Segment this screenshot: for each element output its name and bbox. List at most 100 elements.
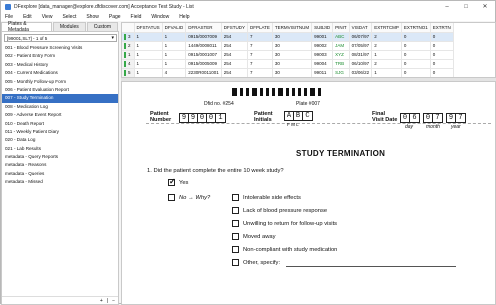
reason-5-checkbox[interactable] xyxy=(232,246,239,253)
minimize-button[interactable]: – xyxy=(437,1,457,12)
grid-column-header[interactable]: DFSTUDY xyxy=(221,23,248,33)
plate-list-item[interactable]: 003 - Medical History xyxy=(2,61,118,69)
table-row[interactable]: 5 1 4 2230R0011001 254 7 30 99011 SJG 03/06/22 1 0 0 xyxy=(122,68,454,77)
add-icon[interactable]: + xyxy=(100,298,103,304)
table-cell: 06/10/97 xyxy=(349,59,373,69)
plate-list-item[interactable]: 011 - Weekly Patient Diary xyxy=(2,128,118,136)
status-marker xyxy=(124,60,126,67)
plate-list-item[interactable]: 004 - Current Medications xyxy=(2,69,118,77)
table-row[interactable]: 4 1 1 0915/0005009 254 7 30 99004 TRB 06/10/97 2 0 0 xyxy=(122,59,454,69)
table-cell: 0915/0005009 xyxy=(185,59,222,69)
table-cell: 2 xyxy=(371,59,402,69)
separator-icon: | xyxy=(106,297,109,304)
plate-list-item[interactable]: metadata - Reasons xyxy=(2,161,118,169)
plate-list-item[interactable]: 010 - Death Report xyxy=(2,120,118,128)
reason-6-checkbox[interactable] xyxy=(232,259,239,266)
menu-view[interactable]: View xyxy=(42,14,53,20)
final-visit-year[interactable]: 97 xyxy=(446,113,466,123)
table-cell: 2230R0011001 xyxy=(185,68,222,77)
tab-custom[interactable]: Custom xyxy=(86,22,118,31)
grid-column-header[interactable]: EXTRTNO1 xyxy=(401,23,431,33)
table-cell: 7 xyxy=(247,59,273,69)
plate-list-item[interactable]: 001 - Blood Pressure Screening Visits xyxy=(2,44,118,52)
patient-number-boxes[interactable]: 99001 xyxy=(179,113,226,123)
menu-file[interactable]: File xyxy=(5,14,13,20)
reason-4-checkbox[interactable] xyxy=(232,233,239,240)
grid-column-header[interactable]: EXTRTN xyxy=(430,23,454,33)
grid-column-header[interactable]: DFSTATUS xyxy=(134,23,163,33)
plate-list-item[interactable]: 007 - Study Termination xyxy=(2,94,118,103)
table-cell: 5 xyxy=(122,68,135,77)
row-index: 4 xyxy=(128,60,131,66)
menu-page[interactable]: Page xyxy=(109,14,121,20)
plate-list-item[interactable]: 009 - Adverse Event Report xyxy=(2,111,118,119)
reason-3-label: Unwilling to return for follow-up visits xyxy=(243,221,338,227)
other-specify-line xyxy=(286,266,456,267)
grid-column-header[interactable] xyxy=(122,23,135,33)
plate-list-item[interactable]: 020 - Data Log xyxy=(2,136,118,144)
yes-label: Yes xyxy=(179,180,189,186)
table-cell: 254 xyxy=(221,41,248,51)
grid-column-header[interactable]: EXTRTCMP xyxy=(371,23,402,33)
close-button[interactable]: ✕ xyxy=(475,1,495,12)
table-cell: 30 xyxy=(272,41,313,51)
question-1: 1. Did the patient complete the entire 1… xyxy=(147,168,284,174)
table-cell: 1 xyxy=(371,68,402,77)
plate-list-item[interactable]: metadata - Missed xyxy=(2,178,118,186)
reason-1-checkbox[interactable] xyxy=(232,194,239,201)
no-checkbox[interactable] xyxy=(168,194,175,201)
grid-column-header[interactable]: DFVALID xyxy=(162,23,187,33)
plate-list-item[interactable]: 021 - Lab Results xyxy=(2,145,118,153)
grid-column-header[interactable]: DFRASTER xyxy=(185,23,222,33)
table-cell: 0 xyxy=(401,59,431,69)
tab-plates-metadata[interactable]: Plates & Metadata xyxy=(1,21,52,33)
plate-list-item[interactable]: metadata - Queries xyxy=(2,170,118,178)
table-cell: 4 xyxy=(122,59,135,69)
form-heading: STUDY TERMINATION xyxy=(296,149,386,158)
reason-4-label: Moved away xyxy=(243,234,276,240)
menu-select[interactable]: Select xyxy=(62,14,76,20)
table-cell: 0 xyxy=(401,32,431,42)
table-cell: 0915/0001007 xyxy=(185,50,222,60)
table-cell: 1 xyxy=(371,50,402,60)
plate-list-item[interactable]: 005 - Monthly Follow-up Form xyxy=(2,78,118,86)
menu-window[interactable]: Window xyxy=(151,14,169,20)
menu-bar: File Edit View Select Show Page Field Wi… xyxy=(1,12,495,21)
plate-id-right: Plate #007 xyxy=(296,101,320,107)
plate-list-item[interactable]: metadata - Query Reports xyxy=(2,153,118,161)
tab-modules[interactable]: Modules xyxy=(52,22,86,31)
reason-3-checkbox[interactable] xyxy=(232,220,239,227)
table-cell: 0 xyxy=(401,68,431,77)
remove-icon[interactable]: − xyxy=(112,298,115,304)
plate-list-item[interactable]: 002 - Patient Entry Form xyxy=(2,52,118,60)
table-row[interactable]: 2 1 1 1449/0008011 254 7 30 99002 JAM 07/05/97 2 0 0 xyxy=(122,41,454,51)
menu-field[interactable]: Field xyxy=(131,14,142,20)
table-cell: 0 xyxy=(430,41,454,51)
app-icon xyxy=(5,3,11,10)
maximize-button[interactable]: □ xyxy=(456,1,476,12)
final-visit-month[interactable]: 07 xyxy=(423,113,443,123)
plate-list-item[interactable]: 006 - Patient Evaluation Report xyxy=(2,86,118,94)
table-cell: 1 xyxy=(162,50,187,60)
grid-column-header[interactable]: PINIT xyxy=(332,23,350,33)
plate-list-item[interactable]: 008 - Medication Log xyxy=(2,103,118,111)
yes-checkbox[interactable] xyxy=(168,177,176,186)
final-visit-day[interactable]: 06 xyxy=(400,113,420,123)
table-row[interactable]: 1 1 1 0915/0001007 254 7 30 99003 XYZ 08/31/97 1 0 0 xyxy=(122,50,454,60)
menu-show[interactable]: Show xyxy=(86,14,99,20)
grid-column-header[interactable]: VISDAT xyxy=(349,23,373,33)
table-cell: 4 xyxy=(162,68,187,77)
grid-column-header[interactable]: TERMVISITNUM xyxy=(272,23,313,33)
table-cell: 0 xyxy=(430,68,454,77)
table-cell: 3 xyxy=(122,32,135,42)
grid-column-header[interactable]: SUBJID xyxy=(311,23,334,33)
grid-column-header[interactable]: DFPLATE xyxy=(247,23,273,33)
record-selector[interactable]: [99001,SL7] - 1 of 5 ▾ xyxy=(4,34,117,42)
menu-edit[interactable]: Edit xyxy=(23,14,32,20)
reason-2-checkbox[interactable] xyxy=(232,207,239,214)
menu-help[interactable]: Help xyxy=(179,14,189,20)
patient-initials-boxes[interactable]: ABC xyxy=(284,111,313,121)
table-row[interactable]: 3 1 1 0915/0007009 254 7 30 99001 ABC 06/07/97 2 0 0 xyxy=(122,32,454,42)
plate-list: 001 - Blood Pressure Screening Visits 002… xyxy=(2,44,118,187)
table-cell: 7 xyxy=(247,50,273,60)
